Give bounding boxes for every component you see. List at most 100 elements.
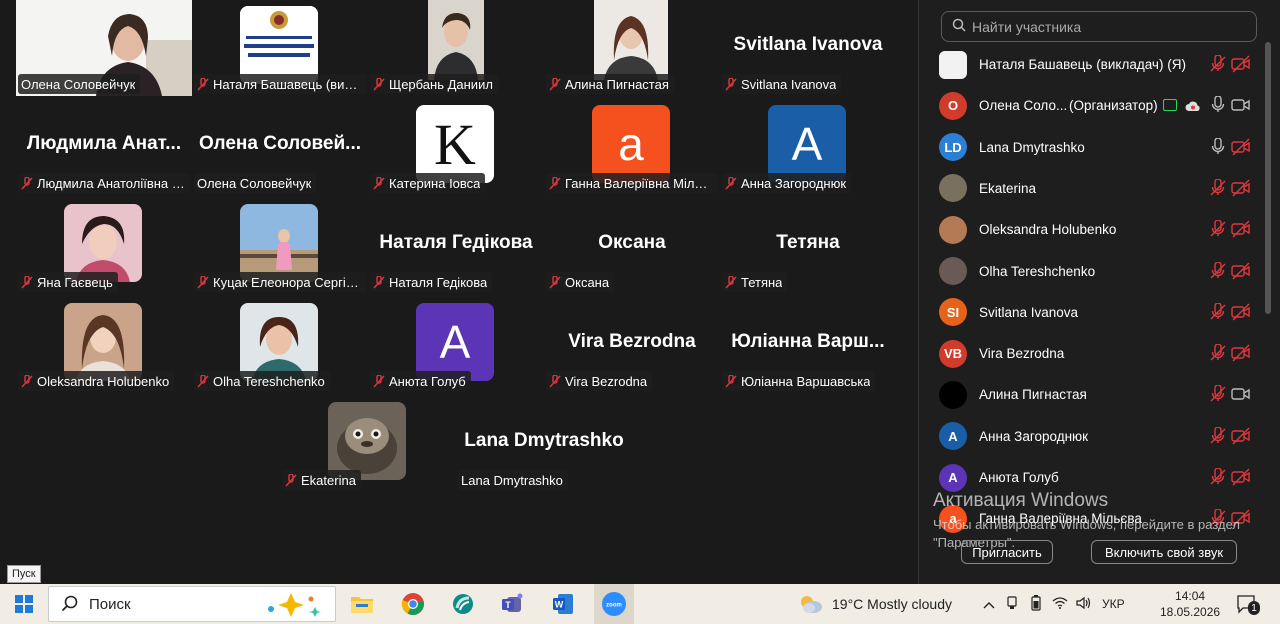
mic-muted-icon [725,176,737,190]
mic-muted-icon[interactable] [1209,178,1227,197]
weather-widget[interactable]: 19°C Mostly cloudy [798,584,952,624]
mic-muted-icon[interactable] [1209,343,1227,362]
participant-name: Анна Загороднюк [979,428,1089,444]
participant-row[interactable]: SI Svitlana Ivanova [919,292,1263,333]
usb-device-icon[interactable] [1000,595,1024,613]
camera-icon[interactable] [1231,96,1251,114]
participant-avatar: SI [939,298,967,327]
participant-avatar [594,0,668,80]
tile-display-name: Оксана [598,232,666,253]
video-tile[interactable]: Олена Соловей... Олена Соловейчук [192,99,368,195]
tile-caption: Наталя Гедікова [370,272,493,292]
unmute-self-button[interactable]: Включить свой звук [1091,540,1237,564]
camera-off-icon[interactable] [1231,179,1251,197]
mic-muted-icon [197,374,209,388]
camera-off-icon[interactable] [1231,262,1251,280]
participant-avatar [240,303,318,381]
video-tile[interactable]: Svitlana Ivanova Svitlana Ivanova [720,0,896,96]
camera-off-icon[interactable] [1231,138,1251,156]
participant-search-input[interactable] [972,18,1242,35]
tile-name: Яна Гаєвець [37,274,113,290]
chrome-icon[interactable] [397,588,429,620]
video-tile[interactable]: Яна Гаєвець [16,198,192,294]
volume-icon[interactable] [1072,596,1096,613]
tile-name: Людмила Анатоліївна К... [37,175,185,191]
file-explorer-icon[interactable] [346,588,378,620]
participant-search[interactable] [941,11,1257,42]
zoom-window: Олена Соловейчук Наталя Башавець (викл..… [0,0,1280,624]
video-tile[interactable]: A Анна Загороднюк [720,99,896,195]
participant-row[interactable]: Olha Tereshchenko [919,251,1263,292]
tile-caption: Людмила Анатоліївна К... [18,173,190,193]
wifi-icon[interactable] [1048,596,1072,612]
tile-display-name: Юліанна Варш... [731,331,885,352]
video-tile[interactable]: Щербань Даниил [368,0,544,96]
video-tile-active-speaker[interactable]: Олена Соловейчук [16,0,192,96]
participant-row[interactable]: Алина Пигнастая [919,374,1263,415]
word-icon[interactable]: W [547,588,579,620]
camera-off-icon[interactable] [1231,427,1251,445]
camera-off-icon[interactable] [1231,344,1251,362]
mic-muted-icon[interactable] [1209,467,1227,486]
participant-row[interactable]: Oleksandra Holubenko [919,209,1263,250]
video-tile[interactable]: Куцак Елеонора Сергіївна [192,198,368,294]
participants-panel: Наталя Башавець (викладач) (Я) О Олена Сол… [918,0,1280,584]
mic-muted-icon[interactable] [1209,219,1227,238]
video-tile[interactable]: Oleksandra Holubenko [16,297,192,393]
taskbar-search[interactable] [48,586,336,622]
notification-center[interactable]: 1 [1236,584,1260,624]
invite-button[interactable]: Пригласить [961,540,1053,564]
mic-muted-icon[interactable] [1209,426,1227,445]
participant-row[interactable]: Ekaterina [919,168,1263,209]
participant-row[interactable]: VB Vira Bezrodna [919,333,1263,374]
participant-row[interactable]: О Олена Соло... (Организатор) [919,85,1263,126]
participant-avatar [939,380,967,409]
participant-row[interactable]: Наталя Башавець (викладач) (Я) [919,44,1263,85]
video-tile[interactable]: Оксана Оксана [544,198,720,294]
battery-icon[interactable] [1024,594,1048,614]
panel-scrollbar[interactable] [1265,42,1271,314]
taskbar-search-input[interactable] [89,595,249,613]
camera-off-icon[interactable] [1231,220,1251,238]
participant-row[interactable]: LD Lana Dmytrashko [919,127,1263,168]
search-icon [952,17,966,36]
mic-muted-icon[interactable] [1209,260,1227,280]
tile-caption: Анюта Голуб [370,371,471,391]
camera-off-icon[interactable] [1231,303,1251,321]
clock[interactable]: 14:04 18.05.2026 [1160,584,1220,624]
participant-avatar: A [939,463,967,492]
tile-caption: Щербань Даниил [370,74,498,94]
mic-icon[interactable] [1209,136,1227,156]
camera-off-icon[interactable] [1231,55,1251,73]
chevron-up-icon[interactable] [978,596,1000,612]
video-tile[interactable]: a Ганна Валеріївна Мільєва [544,99,720,195]
video-tile[interactable]: Ekaterina [280,396,456,492]
video-tile[interactable]: Olha Tereshchenko [192,297,368,393]
video-tile[interactable]: Lana Dmytrashko Lana Dmytrashko [456,396,632,492]
video-tile[interactable]: Тетяна Тетяна [720,198,896,294]
mic-muted-icon [725,77,737,91]
teams-icon[interactable]: T [497,588,529,620]
tile-name: Катерина Іовса [389,175,481,191]
mic-muted-icon[interactable] [1209,54,1227,73]
mic-muted-icon[interactable] [1209,302,1227,321]
video-tile[interactable]: K Катерина Іовса [368,99,544,195]
video-tile[interactable]: Наталя Гедікова Наталя Гедікова [368,198,544,294]
video-tile[interactable]: Людмила Анат... Людмила Анатоліївна К... [16,99,192,195]
start-button[interactable] [8,588,40,620]
camera-off-icon[interactable] [1231,468,1251,486]
tile-name: Щербань Даниил [389,76,493,92]
mic-icon[interactable] [1209,95,1227,114]
video-tile[interactable]: Алина Пигнастая [544,0,720,96]
camera-icon[interactable] [1231,385,1251,403]
clock-date: 18.05.2026 [1160,605,1221,619]
video-tile[interactable]: A Анюта Голуб [368,297,544,393]
video-tile[interactable]: Vira Bezrodna Vira Bezrodna [544,297,720,393]
browser-app-icon[interactable] [447,588,479,620]
video-tile[interactable]: Юліанна Варш... Юліанна Варшавська [720,297,896,393]
participant-row[interactable]: A Анна Загороднюк [919,416,1263,457]
input-language[interactable]: УКР [1102,597,1125,611]
video-tile[interactable]: Наталя Башавець (викл... [192,0,368,96]
mic-muted-icon[interactable] [1209,384,1227,403]
zoom-app-icon[interactable]: zoom [594,584,634,624]
